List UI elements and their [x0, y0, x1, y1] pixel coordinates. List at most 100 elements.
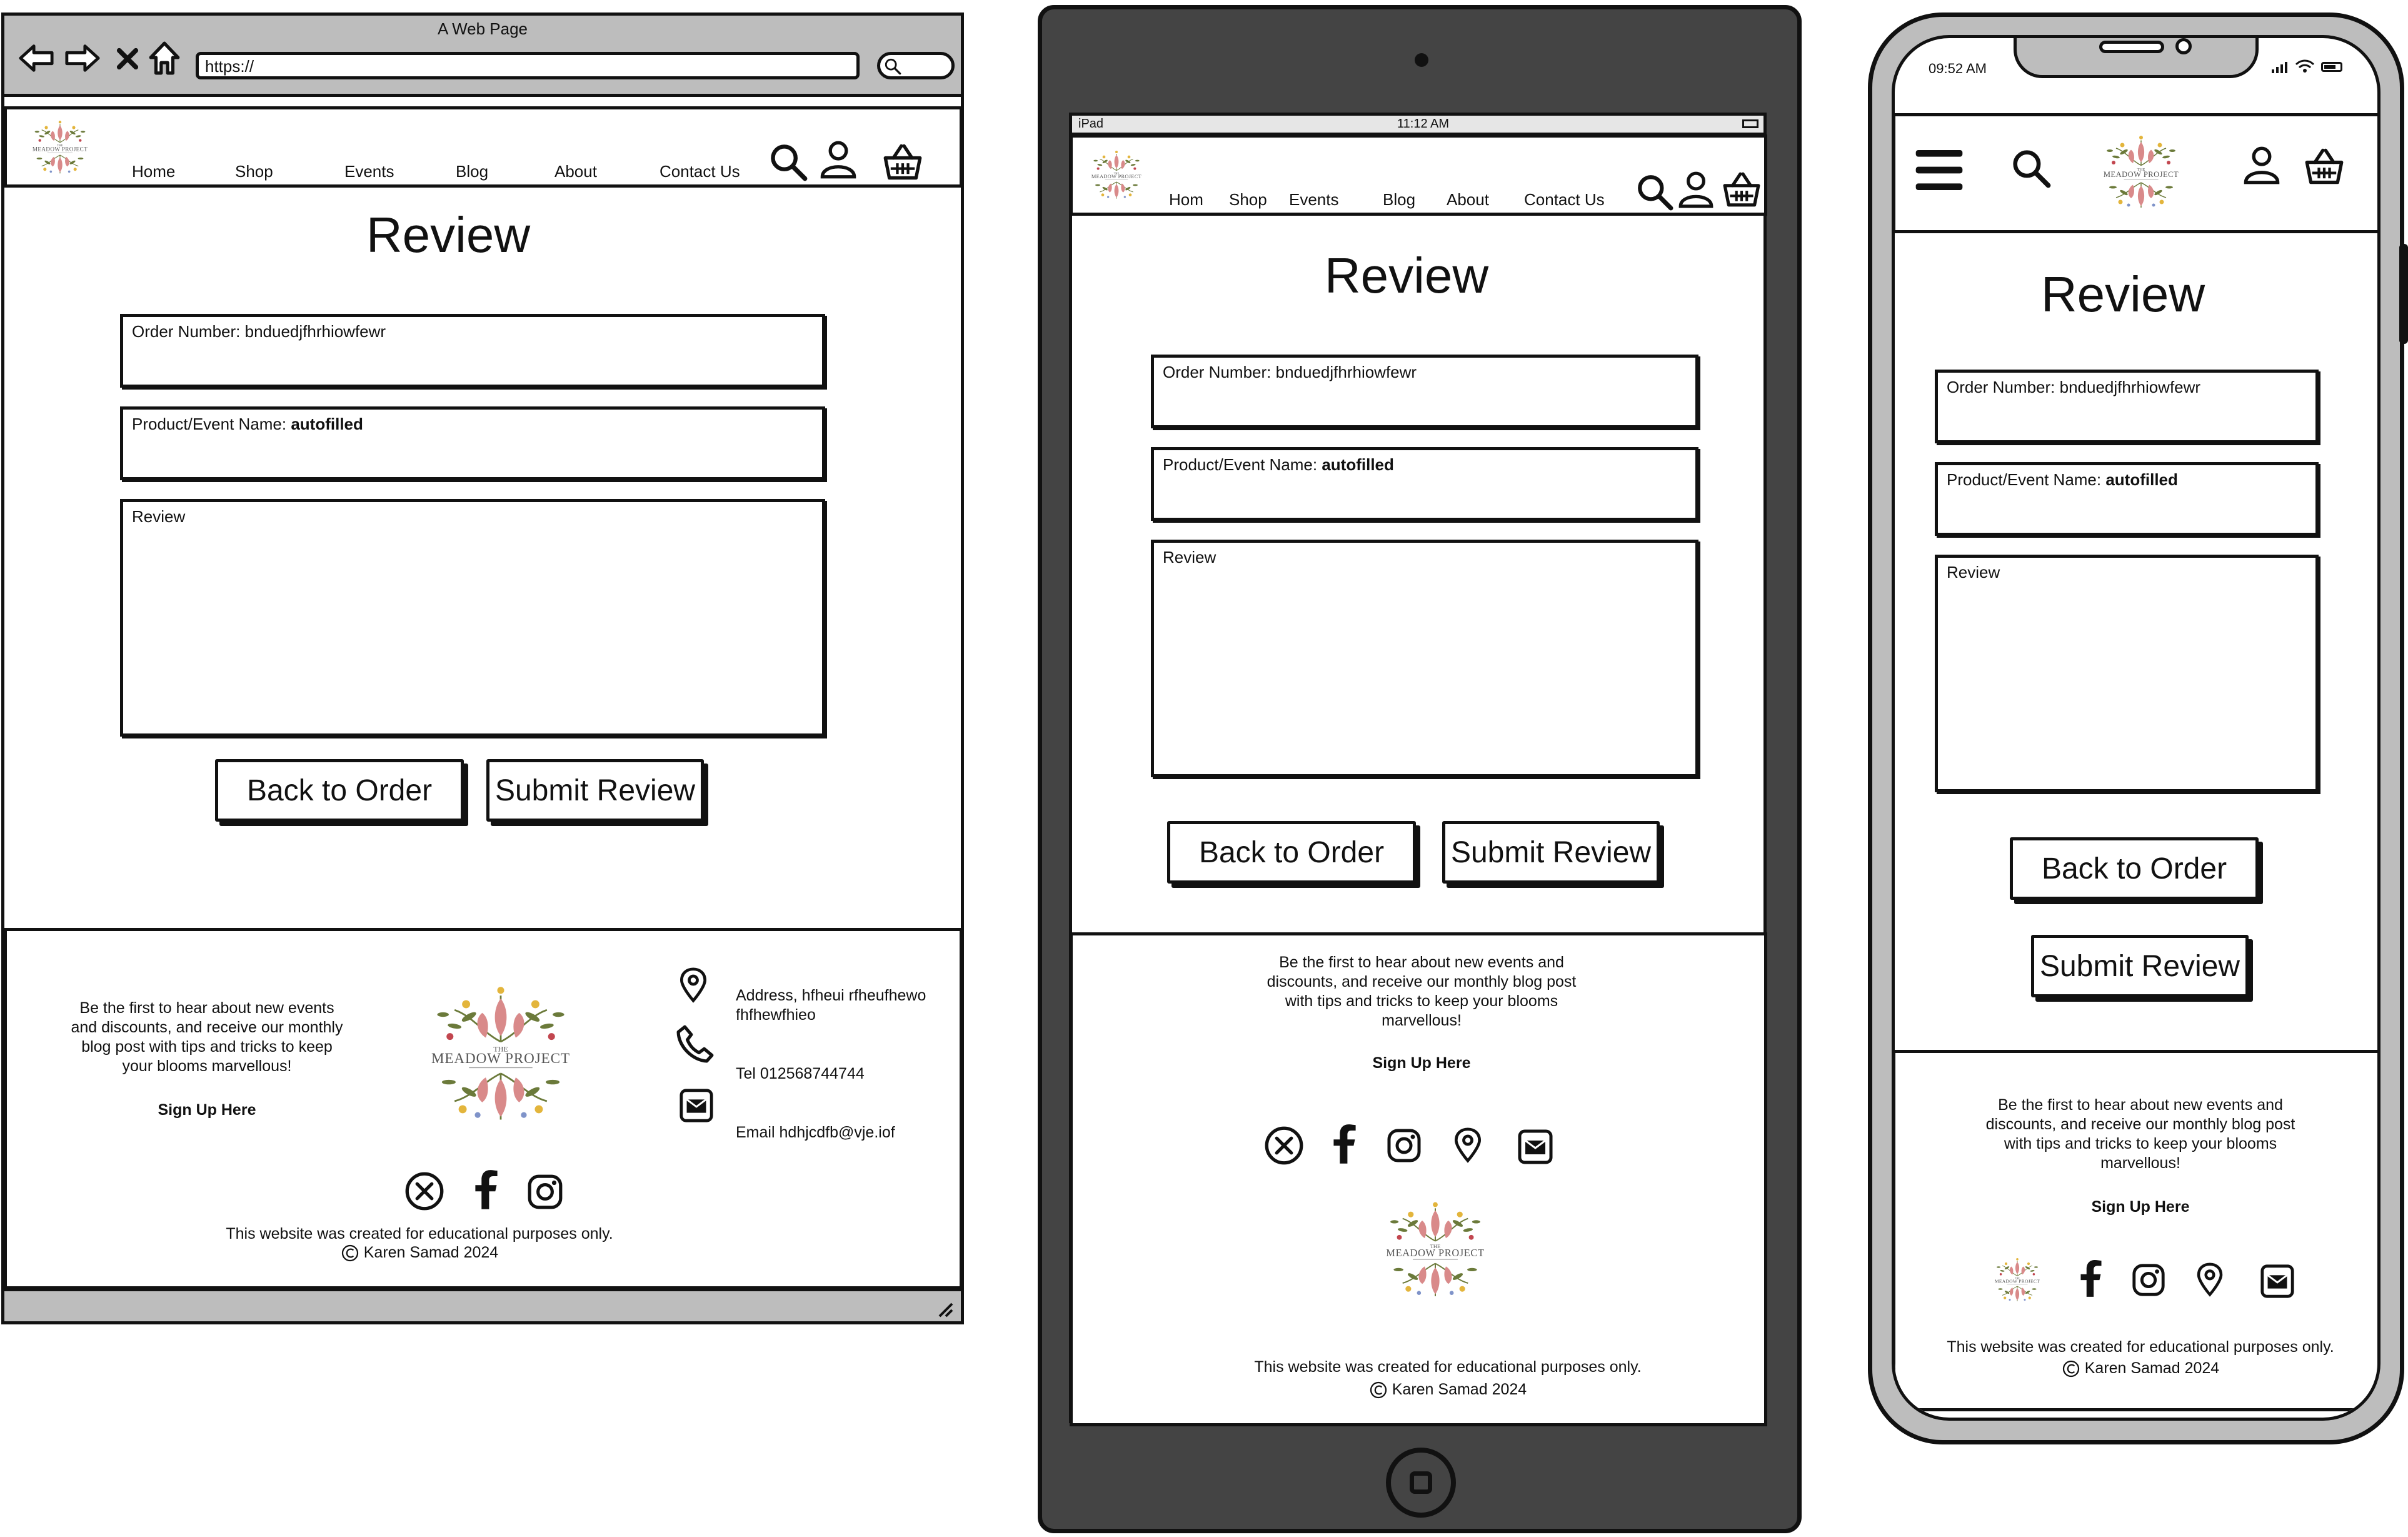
tablet-camera [1415, 53, 1428, 67]
phone-user-icon[interactable] [2242, 143, 2282, 188]
phone-product-name-label: Product/Event Name: autofilled [1947, 470, 2178, 489]
phone-brand-logo[interactable] [2094, 133, 2188, 214]
page-title: Review [366, 207, 531, 263]
browser-chrome: A Web Page https:// [1, 13, 964, 94]
phone-basket-icon[interactable] [2304, 146, 2344, 186]
review-textarea[interactable]: Review [120, 499, 825, 737]
close-icon[interactable] [116, 46, 139, 72]
tablet-search-icon[interactable] [1635, 173, 1674, 211]
footer-email: Email hdhjcdfb@vje.iof [736, 1124, 895, 1141]
footer-address: Address, hfheui rfheufhewo fhfhewfhieo [736, 987, 926, 1024]
phone-footer-logo [1989, 1256, 2045, 1306]
brand-logo[interactable] [26, 117, 94, 179]
tablet-review-label: Review [1163, 548, 1217, 567]
tablet-mail-icon[interactable] [1517, 1128, 1554, 1166]
tablet-footer: Be the first to hear about new events an… [1070, 932, 1767, 1426]
phone-footer-signup-link[interactable]: Sign Up Here [1972, 1198, 2309, 1216]
nav-events[interactable]: Events [344, 162, 394, 181]
phone-order-number-field[interactable]: Order Number: bnduedjfhrhiowfewr [1935, 370, 2319, 443]
nav-home[interactable]: Home [132, 162, 175, 181]
url-bar[interactable]: https:// [196, 52, 860, 79]
phone-location-pin-icon[interactable] [2193, 1259, 2227, 1299]
tablet-facebook-icon[interactable] [1324, 1123, 1365, 1166]
phone-footer-disclaimer: This website was created for educational… [1947, 1338, 2334, 1356]
nav-blog[interactable]: Blog [456, 162, 488, 181]
phone-review-textarea[interactable]: Review [1935, 555, 2319, 792]
nav-about[interactable]: About [554, 162, 597, 181]
tablet-basket-icon[interactable] [1722, 170, 1762, 209]
back-arrow-icon[interactable] [18, 42, 54, 74]
footer-tel: Tel 012568744744 [736, 1065, 865, 1082]
tablet-nav-shop[interactable]: Shop [1229, 190, 1267, 209]
wifi-icon [2295, 59, 2315, 73]
order-number-field[interactable]: Order Number: bnduedjfhrhiowfewr [120, 314, 825, 388]
basket-icon[interactable] [882, 142, 923, 182]
footer-copyright: Karen Samad 2024 [201, 1244, 638, 1262]
x-icon[interactable] [404, 1171, 444, 1211]
phone-footer: Be the first to hear about new events an… [1895, 1050, 2377, 1411]
footer-blurb: Be the first to hear about new events an… [71, 999, 343, 1075]
product-name-field[interactable]: Product/Event Name: autofilled [120, 406, 825, 480]
tablet-footer-logo [1373, 1198, 1498, 1304]
tablet-user-icon[interactable] [1677, 169, 1715, 210]
tablet-x-icon[interactable] [1264, 1126, 1304, 1166]
url-text: https:// [205, 57, 254, 76]
instagram-icon[interactable] [526, 1172, 564, 1211]
user-icon[interactable] [818, 138, 858, 181]
phone-review-label: Review [1947, 563, 2000, 582]
tablet-footer-signup-link[interactable]: Sign Up Here [1259, 1054, 1584, 1072]
tablet-nav-home[interactable]: Hom [1169, 190, 1203, 209]
tablet-location-pin-icon[interactable] [1450, 1124, 1485, 1166]
tablet-order-number-field[interactable]: Order Number: bnduedjfhrhiowfewr [1151, 355, 1698, 428]
tablet-product-name-field[interactable]: Product/Event Name: autofilled [1151, 447, 1698, 521]
tablet-status-bar: iPad 11:12 AM [1072, 116, 1763, 134]
phone-side-button[interactable] [2399, 244, 2408, 344]
tablet-submit-review-button[interactable]: Submit Review [1442, 821, 1660, 884]
phone-copyright-icon [2062, 1359, 2080, 1378]
forward-arrow-icon[interactable] [64, 42, 101, 74]
nav-contact[interactable]: Contact Us [660, 162, 740, 181]
phone-facebook-icon[interactable] [2072, 1258, 2110, 1299]
phone-footer-blurb: Be the first to hear about new events an… [1985, 1096, 2295, 1172]
facebook-icon[interactable] [466, 1169, 507, 1211]
browser-search-box[interactable] [877, 52, 955, 79]
tablet-nav-contact[interactable]: Contact Us [1524, 190, 1605, 209]
tablet-screen: iPad 11:12 AM Hom Shop Events Blog About… [1069, 113, 1767, 1426]
phone-search-icon[interactable] [2010, 148, 2052, 189]
phone-order-number-label: Order Number: bnduedjfhrhiowfewr [1947, 378, 2201, 396]
back-to-order-button[interactable]: Back to Order [215, 759, 464, 822]
tablet-back-to-order-button[interactable]: Back to Order [1167, 821, 1416, 884]
site-footer: Be the first to hear about new events an… [4, 928, 963, 1289]
tablet-footer-blurb: Be the first to hear about new events an… [1267, 954, 1577, 1029]
home-icon[interactable] [148, 41, 181, 76]
search-icon[interactable] [768, 142, 808, 182]
tablet-header: Hom Shop Events Blog About Contact Us [1070, 134, 1767, 216]
tablet-nav-events[interactable]: Events [1289, 190, 1339, 209]
footer-signup-link[interactable]: Sign Up Here [69, 1101, 344, 1119]
footer-logo [407, 981, 594, 1131]
phone-icon [676, 1024, 715, 1064]
phone-instagram-icon[interactable] [2130, 1262, 2167, 1298]
tablet-order-number-label: Order Number: bnduedjfhrhiowfewr [1163, 363, 1417, 381]
resize-handle-icon[interactable] [936, 1300, 955, 1319]
submit-review-button[interactable]: Submit Review [486, 759, 704, 822]
tablet-page-title: Review [1324, 248, 1489, 303]
signal-icon [2271, 61, 2290, 73]
phone-page-title: Review [2040, 266, 2205, 322]
tablet-review-textarea[interactable]: Review [1151, 540, 1698, 777]
phone-submit-review-button[interactable]: Submit Review [2031, 935, 2249, 997]
tablet-nav-blog[interactable]: Blog [1383, 190, 1415, 209]
phone-product-name-field[interactable]: Product/Event Name: autofilled [1935, 462, 2319, 536]
nav-shop[interactable]: Shop [235, 162, 273, 181]
tablet-instagram-icon[interactable] [1385, 1127, 1423, 1164]
tablet-brand-logo[interactable] [1085, 146, 1148, 205]
site-header: Home Shop Events Blog About Contact Us [4, 106, 963, 188]
phone-camera [2175, 38, 2192, 54]
browser-search-icon [884, 58, 901, 75]
hamburger-menu-icon[interactable] [1912, 145, 1967, 195]
phone-back-to-order-button[interactable]: Back to Order [2010, 837, 2259, 900]
tablet-home-button[interactable] [1386, 1448, 1456, 1518]
mail-icon[interactable] [678, 1087, 715, 1124]
tablet-nav-about[interactable]: About [1447, 190, 1489, 209]
phone-mail-icon[interactable] [2259, 1263, 2295, 1299]
